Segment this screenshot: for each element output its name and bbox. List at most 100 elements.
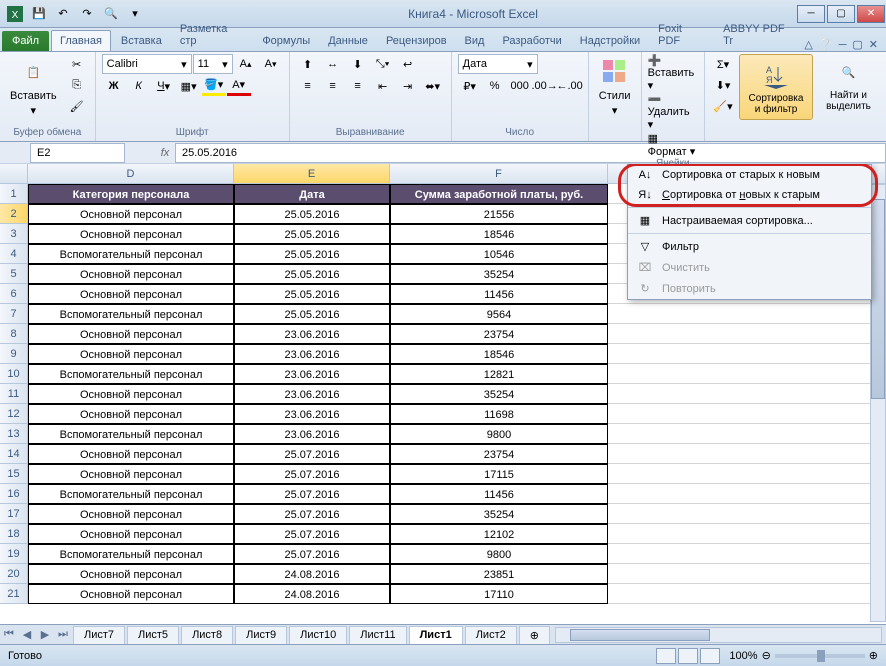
- fill-color-icon[interactable]: 🪣▾: [202, 76, 226, 96]
- tab-foxit[interactable]: Foxit PDF: [650, 19, 713, 51]
- cell-E7[interactable]: 25.05.2016: [234, 304, 390, 324]
- cell-F4[interactable]: 10546: [390, 244, 608, 264]
- cell-E11[interactable]: 23.06.2016: [234, 384, 390, 404]
- align-center-icon[interactable]: ≡: [321, 76, 345, 96]
- last-sheet-icon[interactable]: ⏭: [54, 628, 72, 641]
- col-header-E[interactable]: E: [234, 164, 390, 184]
- cell-D10[interactable]: Вспомогательный персонал: [28, 364, 234, 384]
- cell-F9[interactable]: 18546: [390, 344, 608, 364]
- tab-file[interactable]: Файл: [2, 31, 49, 51]
- fill-icon[interactable]: ⬇▾: [711, 75, 735, 95]
- zoom-level[interactable]: 100%: [729, 650, 757, 662]
- cell-D13[interactable]: Вспомогательный персонал: [28, 424, 234, 444]
- tab-insert[interactable]: Вставка: [113, 31, 170, 51]
- cell-E17[interactable]: 25.07.2016: [234, 504, 390, 524]
- row-header-3[interactable]: 3: [0, 224, 28, 244]
- sheet-tab-Лист2[interactable]: Лист2: [465, 626, 517, 644]
- select-all-corner[interactable]: [0, 164, 28, 184]
- cell-F20[interactable]: 23851: [390, 564, 608, 584]
- sheet-tab-Лист9[interactable]: Лист9: [235, 626, 287, 644]
- doc-restore-icon[interactable]: ▢: [852, 38, 862, 51]
- row-header-13[interactable]: 13: [0, 424, 28, 444]
- comma-icon[interactable]: 000: [508, 76, 532, 96]
- tab-pagelayout[interactable]: Разметка стр: [172, 19, 253, 51]
- indent-decrease-icon[interactable]: ⇤: [371, 76, 395, 96]
- cell-E3[interactable]: 25.05.2016: [234, 224, 390, 244]
- zoom-slider[interactable]: [775, 654, 865, 658]
- sheet-tab-Лист10[interactable]: Лист10: [289, 626, 347, 644]
- cell-D18[interactable]: Основной персонал: [28, 524, 234, 544]
- tab-formulas[interactable]: Формулы: [254, 31, 318, 51]
- align-bottom-icon[interactable]: ⬇: [346, 54, 370, 74]
- zoom-in-icon[interactable]: ⊕: [869, 649, 878, 662]
- cell-F17[interactable]: 35254: [390, 504, 608, 524]
- zoom-out-icon[interactable]: ⊖: [762, 649, 771, 662]
- normal-view-icon[interactable]: [656, 648, 676, 664]
- row-header-19[interactable]: 19: [0, 544, 28, 564]
- cell-F3[interactable]: 18546: [390, 224, 608, 244]
- cell-E16[interactable]: 25.07.2016: [234, 484, 390, 504]
- cell-D6[interactable]: Основной персонал: [28, 284, 234, 304]
- cell-F10[interactable]: 12821: [390, 364, 608, 384]
- sort-newest-oldest[interactable]: Я↓ Сортировка от новых к старым: [628, 185, 871, 205]
- custom-sort[interactable]: ▦ Настраиваемая сортировка...: [628, 207, 871, 231]
- tab-data[interactable]: Данные: [320, 31, 376, 51]
- cell-D14[interactable]: Основной персонал: [28, 444, 234, 464]
- tab-home[interactable]: Главная: [51, 30, 111, 51]
- sheet-tab-Лист8[interactable]: Лист8: [181, 626, 233, 644]
- underline-button[interactable]: Ч▾: [152, 76, 176, 96]
- row-header-6[interactable]: 6: [0, 284, 28, 304]
- row-header-8[interactable]: 8: [0, 324, 28, 344]
- row-header-20[interactable]: 20: [0, 564, 28, 584]
- cell-F19[interactable]: 9800: [390, 544, 608, 564]
- row-header-5[interactable]: 5: [0, 264, 28, 284]
- cell-D8[interactable]: Основной персонал: [28, 324, 234, 344]
- cell-E19[interactable]: 25.07.2016: [234, 544, 390, 564]
- cell-E14[interactable]: 25.07.2016: [234, 444, 390, 464]
- percent-icon[interactable]: %: [483, 76, 507, 96]
- row-header-11[interactable]: 11: [0, 384, 28, 404]
- cell-D19[interactable]: Вспомогательный персонал: [28, 544, 234, 564]
- cell-E5[interactable]: 25.05.2016: [234, 264, 390, 284]
- row-header-17[interactable]: 17: [0, 504, 28, 524]
- cell-E9[interactable]: 23.06.2016: [234, 344, 390, 364]
- font-color-icon[interactable]: A▾: [227, 76, 251, 96]
- row-header-18[interactable]: 18: [0, 524, 28, 544]
- cell-F2[interactable]: 21556: [390, 204, 608, 224]
- clear-icon[interactable]: 🧹▾: [711, 96, 735, 116]
- sheet-tab-Лист7[interactable]: Лист7: [73, 626, 125, 644]
- cell-E21[interactable]: 24.08.2016: [234, 584, 390, 604]
- prev-sheet-icon[interactable]: ◀: [18, 628, 36, 641]
- row-header-4[interactable]: 4: [0, 244, 28, 264]
- sort-oldest-newest[interactable]: A↓ Сортировка от старых к новым: [628, 165, 871, 185]
- header-cat[interactable]: Категория персонала: [28, 184, 234, 204]
- doc-minimize-icon[interactable]: ─: [839, 39, 847, 51]
- decrease-decimal-icon[interactable]: ←.00: [558, 76, 582, 96]
- align-right-icon[interactable]: ≡: [346, 76, 370, 96]
- cell-D11[interactable]: Основной персонал: [28, 384, 234, 404]
- border-icon[interactable]: ▦▾: [177, 76, 201, 96]
- cell-D9[interactable]: Основной персонал: [28, 344, 234, 364]
- cell-D17[interactable]: Основной персонал: [28, 504, 234, 524]
- increase-decimal-icon[interactable]: .00→: [533, 76, 557, 96]
- wrap-text-icon[interactable]: ↩: [396, 54, 420, 74]
- maximize-button[interactable]: ▢: [827, 5, 855, 23]
- cell-E12[interactable]: 23.06.2016: [234, 404, 390, 424]
- cell-E8[interactable]: 23.06.2016: [234, 324, 390, 344]
- currency-icon[interactable]: ₽▾: [458, 76, 482, 96]
- cell-F15[interactable]: 17115: [390, 464, 608, 484]
- cut-icon[interactable]: ✂: [65, 54, 89, 74]
- cell-E10[interactable]: 23.06.2016: [234, 364, 390, 384]
- cell-F18[interactable]: 12102: [390, 524, 608, 544]
- undo-icon[interactable]: ↶: [52, 3, 74, 25]
- col-header-F[interactable]: F: [390, 164, 608, 184]
- cell-E13[interactable]: 23.06.2016: [234, 424, 390, 444]
- insert-cells-button[interactable]: ➕ Вставить ▾: [648, 54, 698, 92]
- cell-D20[interactable]: Основной персонал: [28, 564, 234, 584]
- col-header-D[interactable]: D: [28, 164, 234, 184]
- cell-D4[interactable]: Вспомогательный персонал: [28, 244, 234, 264]
- help-icon[interactable]: ❔: [819, 38, 833, 51]
- fx-icon[interactable]: fx: [155, 147, 175, 159]
- cell-D2[interactable]: Основной персонал: [28, 204, 234, 224]
- indent-increase-icon[interactable]: ⇥: [396, 76, 420, 96]
